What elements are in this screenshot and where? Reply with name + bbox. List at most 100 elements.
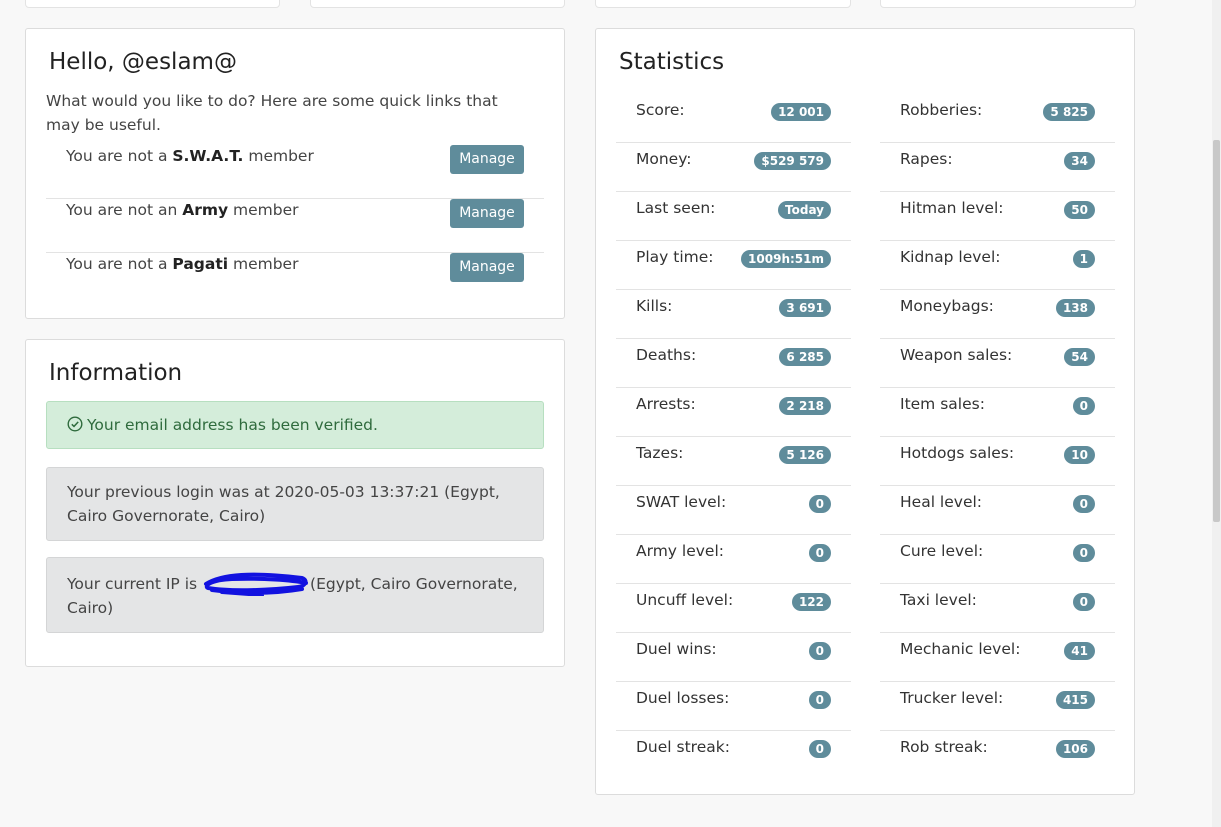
stat-row: Heal level: 0 [880, 486, 1115, 535]
stat-label: Tazes: [636, 444, 684, 462]
stat-label: Army level: [636, 542, 724, 560]
stat-value-badge: 50 [1064, 201, 1095, 219]
stat-label: Taxi level: [900, 591, 977, 609]
stat-row: Hitman level: 50 [880, 192, 1115, 241]
stat-value-badge: 0 [1072, 544, 1095, 562]
stat-value-badge: 122 [791, 593, 831, 611]
stat-value-badge: 5 825 [1043, 103, 1095, 121]
top-card-stub-2 [310, 0, 565, 8]
stat-value-badge: 10 [1064, 446, 1095, 464]
stat-label: Kills: [636, 297, 673, 315]
top-card-stub-1 [25, 0, 280, 8]
stat-label: Arrests: [636, 395, 696, 413]
membership-suffix: member [228, 201, 299, 219]
stat-row: Kidnap level: 1 [880, 241, 1115, 290]
stat-label: Duel losses: [636, 689, 730, 707]
stat-label: Duel wins: [636, 640, 717, 658]
previous-login-text: Your previous login was at 2020-05-03 13… [67, 483, 500, 525]
check-circle-icon [67, 416, 83, 432]
membership-row: You are not a S.W.A.T. member Manage [46, 145, 544, 199]
page-scrollbar[interactable] [1212, 0, 1221, 827]
stat-value-badge: 0 [808, 642, 831, 660]
stat-value-badge: 54 [1064, 348, 1095, 366]
current-ip-prefix: Your current IP is [67, 575, 203, 593]
membership-group: Army [182, 201, 229, 219]
stat-value-badge: 0 [1072, 593, 1095, 611]
stat-row: Uncuff level: 122 [616, 584, 851, 633]
statistics-title: Statistics [619, 49, 725, 75]
stat-row: Weapon sales: 54 [880, 339, 1115, 388]
quick-links-card: Hello, @eslam@ What would you like to do… [25, 28, 565, 319]
stat-label: Weapon sales: [900, 346, 1013, 364]
redacted-ip-scribble [204, 572, 309, 596]
stat-row: Hotdogs sales: 10 [880, 437, 1115, 486]
membership-group: Pagati [172, 255, 229, 273]
stat-value-badge: 0 [808, 495, 831, 513]
stat-value-badge: 138 [1055, 299, 1095, 317]
stat-row: Taxi level: 0 [880, 584, 1115, 633]
stat-label: Trucker level: [900, 689, 1004, 707]
stat-value-badge: 0 [808, 544, 831, 562]
stat-label: Mechanic level: [900, 640, 1021, 658]
stat-label: Last seen: [636, 199, 716, 217]
membership-row: You are not a Pagati member Manage [46, 253, 544, 307]
stat-label: Hotdogs sales: [900, 444, 1015, 462]
greeting-title: Hello, @eslam@ [49, 49, 237, 75]
stat-label: Deaths: [636, 346, 697, 364]
stat-row: Rapes: 34 [880, 143, 1115, 192]
stat-row: Score: 12 001 [616, 94, 851, 143]
stat-row: SWAT level: 0 [616, 486, 851, 535]
manage-button[interactable]: Manage [450, 145, 524, 174]
stat-row: Duel wins: 0 [616, 633, 851, 682]
stat-label: Duel streak: [636, 738, 730, 756]
stat-row: Trucker level: 415 [880, 682, 1115, 731]
stat-row: Play time: 1009h:51m [616, 241, 851, 290]
stat-label: Rapes: [900, 150, 953, 168]
stat-row: Tazes: 5 126 [616, 437, 851, 486]
stat-value-badge: 12 001 [771, 103, 831, 121]
stat-label: Robberies: [900, 101, 983, 119]
membership-prefix: You are not a [66, 255, 173, 273]
stat-value-badge: 0 [808, 691, 831, 709]
stat-label: Cure level: [900, 542, 984, 560]
manage-button[interactable]: Manage [450, 253, 524, 282]
membership-suffix: member [228, 255, 299, 273]
information-card: Information Your email address has been … [25, 339, 565, 667]
stat-value-badge: 5 126 [779, 446, 831, 464]
stat-value-badge: 3 691 [779, 299, 831, 317]
scrollbar-thumb[interactable] [1213, 140, 1220, 522]
stat-label: Kidnap level: [900, 248, 1001, 266]
stat-row: Arrests: 2 218 [616, 388, 851, 437]
stat-row: Mechanic level: 41 [880, 633, 1115, 682]
stat-row: Duel losses: 0 [616, 682, 851, 731]
stat-row: Duel streak: 0 [616, 731, 851, 780]
stat-row: Robberies: 5 825 [880, 94, 1115, 143]
top-card-stub-4 [880, 0, 1136, 8]
stat-row: Kills: 3 691 [616, 290, 851, 339]
stat-row: Deaths: 6 285 [616, 339, 851, 388]
membership-group: S.W.A.T. [172, 147, 244, 165]
stat-label: Play time: [636, 248, 714, 266]
membership-text: You are not a Pagati member [66, 255, 298, 273]
stat-row: Moneybags: 138 [880, 290, 1115, 339]
email-verified-alert: Your email address has been verified. [46, 401, 544, 449]
manage-button[interactable]: Manage [450, 199, 524, 228]
stat-value-badge: 1009h:51m [741, 250, 831, 268]
membership-row: You are not an Army member Manage [46, 199, 544, 253]
membership-prefix: You are not a [66, 147, 173, 165]
information-title: Information [49, 360, 183, 386]
intro-text: What would you like to do? Here are some… [46, 92, 498, 134]
stat-value-badge: Today [778, 201, 831, 219]
stat-label: Item sales: [900, 395, 985, 413]
stat-value-badge: $529 579 [754, 152, 831, 170]
membership-text: You are not a S.W.A.T. member [66, 147, 314, 165]
stat-row: Rob streak: 106 [880, 731, 1115, 780]
stat-value-badge: 2 218 [779, 397, 831, 415]
stat-label: Uncuff level: [636, 591, 734, 609]
stat-row: Money: $529 579 [616, 143, 851, 192]
current-ip-alert: Your current IP is (Egypt, Cairo Governo… [46, 557, 544, 633]
stat-label: SWAT level: [636, 493, 727, 511]
stat-label: Hitman level: [900, 199, 1004, 217]
membership-text: You are not an Army member [66, 201, 299, 219]
previous-login-alert: Your previous login was at 2020-05-03 13… [46, 467, 544, 541]
